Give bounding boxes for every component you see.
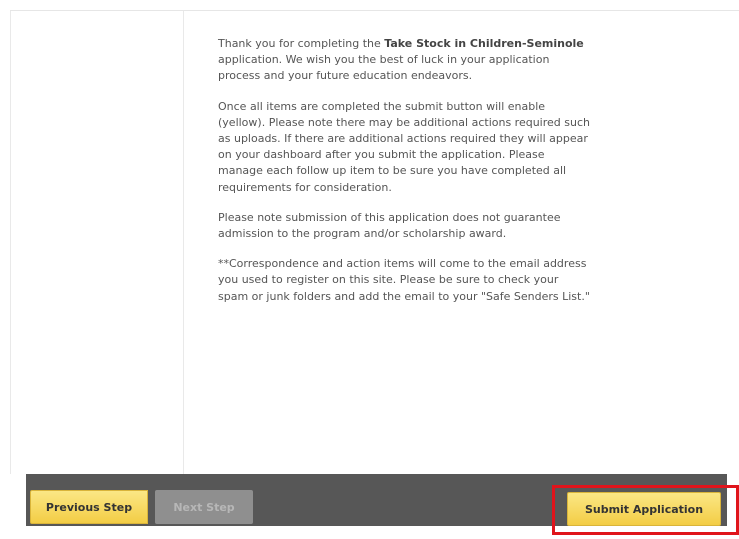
previous-step-button[interactable]: Previous Step	[30, 490, 148, 524]
thank-you-paragraph: Thank you for completing the Take Stock …	[218, 36, 590, 85]
disclaimer-paragraph: Please note submission of this applicati…	[218, 210, 561, 241]
correspondence-paragraph: **Correspondence and action items will c…	[218, 257, 590, 303]
program-name: Take Stock in Children-Seminole	[384, 37, 584, 50]
thank-you-text-end: application. We wish you the best of luc…	[218, 53, 550, 83]
thank-you-text-start: Thank you for completing the	[218, 37, 385, 50]
confirmation-message: Thank you for completing the Take Stock …	[218, 36, 590, 319]
left-panel	[10, 11, 184, 474]
application-page: Thank you for completing the Take Stock …	[0, 0, 739, 539]
submit-application-button[interactable]: Submit Application	[567, 492, 721, 526]
submit-instructions-paragraph: Once all items are completed the submit …	[218, 99, 590, 194]
next-step-button[interactable]: Next Step	[155, 490, 253, 524]
